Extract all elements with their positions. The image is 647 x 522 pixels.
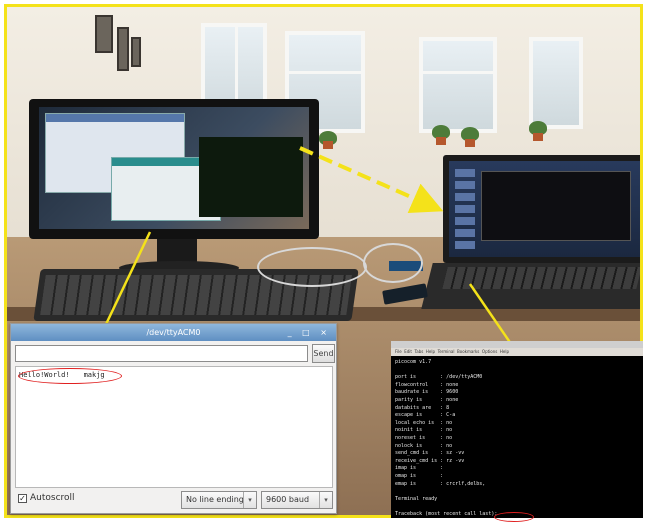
- terminal-line: databits are : 8: [395, 404, 450, 411]
- serial-monitor-title: /dev/ttyACM0: [146, 328, 201, 337]
- arrow-monitor-to-laptop: [299, 146, 444, 213]
- terminal-line: emap is : crcrlf,delbs,: [395, 480, 486, 487]
- window-controls[interactable]: _ □ ×: [288, 324, 331, 341]
- serial-monitor-window: /dev/ttyACM0 _ □ × Send Hello!World! makj…: [10, 323, 337, 514]
- send-button[interactable]: Send: [312, 344, 335, 363]
- baud-rate-select[interactable]: 9600 baud ▾: [261, 491, 333, 509]
- serial-bottom-bar: ✓ Autoscroll No line ending ▾ 9600 baud …: [11, 487, 336, 513]
- terminal-line: baudrate is : 9600: [395, 389, 459, 396]
- terminal-line: parity is : none: [395, 396, 459, 403]
- red-highlight-ellipse: [18, 368, 122, 384]
- line-ending-select[interactable]: No line ending ▾: [181, 491, 257, 509]
- red-highlight-ellipse: [494, 512, 534, 522]
- terminal-titlebar[interactable]: [391, 341, 643, 348]
- terminal-line: escape is : C-a: [395, 412, 456, 419]
- terminal-line: local echo is : no: [395, 419, 453, 426]
- serial-monitor-titlebar[interactable]: /dev/ttyACM0 _ □ ×: [11, 324, 336, 341]
- autoscroll-checkbox[interactable]: ✓: [18, 494, 27, 503]
- terminal-window: File Edit Tabs Help Terminal Bookmarks O…: [391, 341, 643, 518]
- line-ending-value: No line ending: [186, 495, 244, 504]
- serial-input-field[interactable]: [15, 345, 308, 362]
- autoscroll-label: Autoscroll: [30, 493, 75, 503]
- chevron-down-icon: ▾: [319, 492, 332, 508]
- terminal-output: picocom v1.7 port is : /dev/ttyACM0 flowc…: [391, 356, 643, 518]
- terminal-line: nolock is : no: [395, 442, 453, 449]
- terminal-line: flowcontrol : none: [395, 381, 459, 388]
- terminal-line: noinit is : no: [395, 427, 453, 434]
- chevron-down-icon: ▾: [243, 492, 256, 508]
- serial-output-area: Hello!World! makjg: [15, 366, 333, 488]
- terminal-menubar[interactable]: File Edit Tabs Help Terminal Bookmarks O…: [391, 348, 643, 356]
- terminal-line: Terminal ready: [395, 495, 438, 502]
- terminal-line: noreset is : no: [395, 434, 453, 441]
- terminal-line: imap is :: [395, 465, 444, 472]
- baud-rate-value: 9600 baud: [266, 495, 310, 504]
- terminal-line: receive_cmd is : rz -vv: [395, 457, 465, 464]
- terminal-line: picocom v1.7: [395, 359, 432, 365]
- terminal-line: port is : /dev/ttyACM0: [395, 374, 483, 381]
- terminal-line: omap is :: [395, 472, 444, 479]
- terminal-line: send_cmd is : sz -vv: [395, 450, 465, 457]
